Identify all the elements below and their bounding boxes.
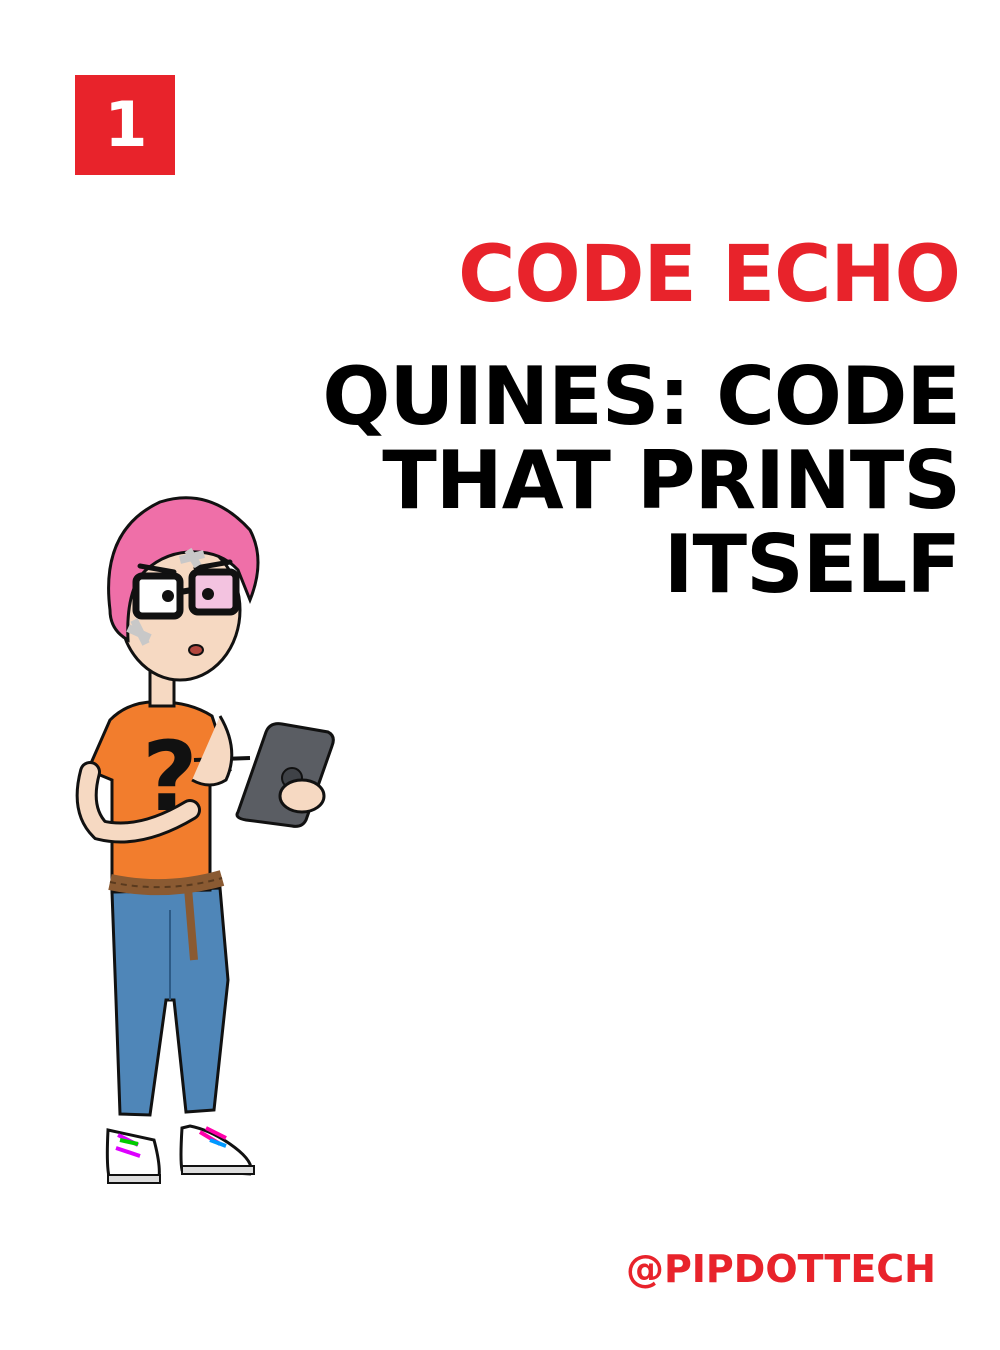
tablet xyxy=(235,722,335,828)
series-kicker: CODE ECHO xyxy=(458,230,961,320)
glasses-right-lens xyxy=(188,568,240,616)
right-hand xyxy=(278,778,326,814)
cartoon-character-illustration: ? xyxy=(75,496,335,1184)
title-line: QUINES: CODE xyxy=(322,350,961,443)
shirt: ? xyxy=(86,700,232,894)
left-shoe xyxy=(105,1128,161,1184)
social-handle: @PIPDOTTECH xyxy=(625,1247,936,1291)
right-shoe xyxy=(179,1124,255,1176)
page-number-badge: 1 xyxy=(75,75,175,175)
head xyxy=(107,496,260,682)
page-number: 1 xyxy=(104,88,147,161)
jeans xyxy=(110,886,230,1117)
